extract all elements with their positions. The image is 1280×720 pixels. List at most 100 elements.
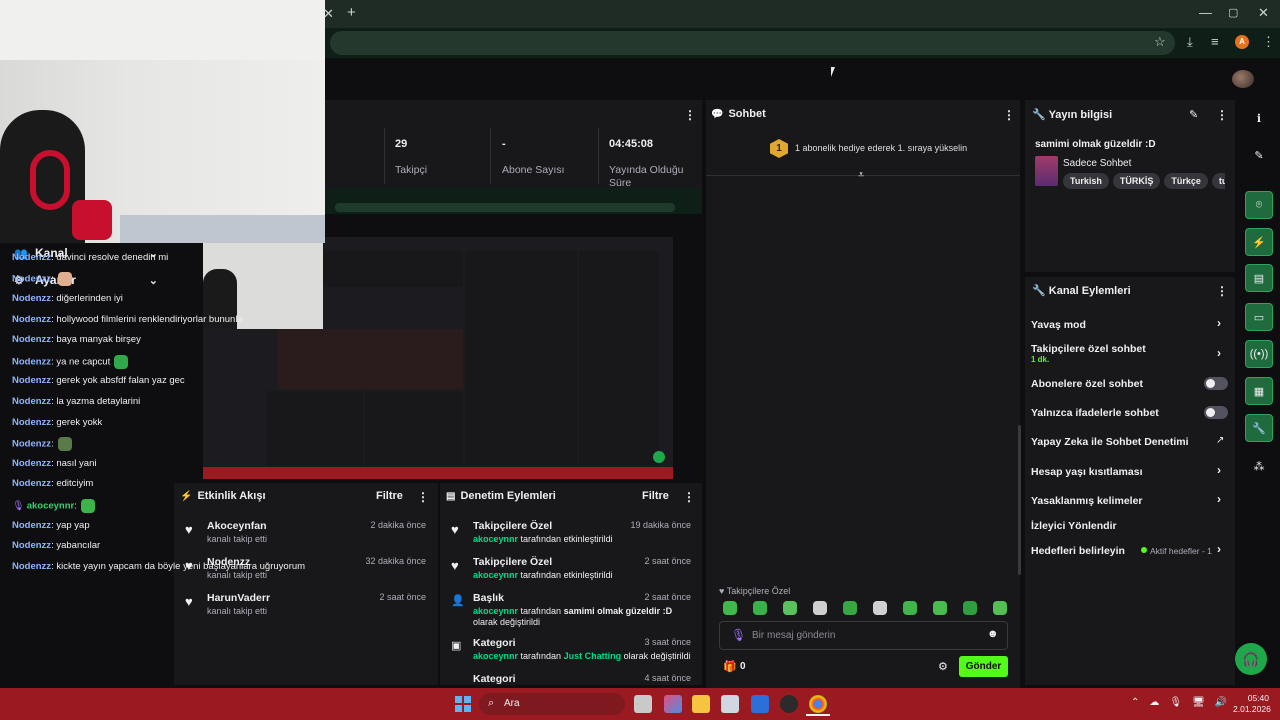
new-tab-button[interactable]: + [347, 5, 356, 20]
broadcast-icon[interactable]: ((•)) [1245, 340, 1273, 368]
browser-menu-icon[interactable]: ⋮ [1262, 35, 1275, 49]
outlook-icon[interactable] [751, 695, 769, 713]
taskbar-search[interactable] [479, 693, 625, 715]
chat-username[interactable]: Nodenzz [12, 252, 51, 263]
chat-username[interactable]: Nodenzz [12, 396, 51, 407]
pinned-toggle-icon[interactable]: ⩡ [858, 169, 864, 182]
activity-filter-button[interactable]: Filtre [376, 490, 403, 502]
tag[interactable]: TÜRKİŞ [1112, 173, 1161, 189]
address-bar[interactable] [330, 31, 1175, 55]
stats-menu-icon[interactable]: ⋮ [684, 108, 696, 122]
external-link-icon[interactable]: ↗ [1216, 435, 1224, 446]
moderation-time: 4 saat önce [644, 673, 691, 683]
tag[interactable]: turkish [1211, 173, 1225, 189]
windows-start-icon[interactable] [455, 696, 471, 712]
subscribers-only-toggle[interactable] [1204, 377, 1228, 390]
activity-user[interactable]: Akoceynfan [207, 520, 267, 532]
pen-icon[interactable]: ✎ [1245, 141, 1273, 169]
chat-username[interactable]: Nodenzz [12, 356, 51, 367]
chat-username[interactable]: Nodenzz [12, 478, 51, 489]
action-banned-words[interactable]: Yasaklanmış kelimeler [1031, 495, 1143, 507]
profile-avatar[interactable]: A [1235, 35, 1249, 49]
chevron-right-icon[interactable]: › [1217, 316, 1221, 330]
file-explorer-icon[interactable] [692, 695, 710, 713]
emote-bar[interactable] [723, 601, 1023, 618]
chat-username[interactable]: Nodenzz [12, 274, 51, 285]
chat-username[interactable]: Nodenzz [12, 540, 51, 551]
action-ai-moderation[interactable]: Yapay Zeka ile Sohbet Denetimi [1031, 436, 1189, 448]
clock[interactable]: 05:40 2.01.2026 [1233, 693, 1271, 714]
chat-scrollbar[interactable] [1018, 425, 1021, 575]
document-icon[interactable]: ▤ [1245, 264, 1273, 292]
user-avatar[interactable] [1232, 70, 1254, 88]
stat-value: 04:45:08 [609, 138, 654, 150]
gift-sub-banner[interactable]: 1 abonelik hediye ederek 1. sıraya yükse… [795, 143, 967, 153]
chat-icon[interactable]: ▭ [1245, 303, 1273, 331]
bolt-icon[interactable]: ⚡ [1245, 228, 1273, 256]
action-account-age[interactable]: Hesap yaşı kısıtlaması [1031, 466, 1143, 478]
moderation-item: 👤 Başlık akoceynnr tarafından samimi olm… [451, 592, 695, 628]
info-icon[interactable]: ℹ [1245, 104, 1273, 132]
add-widget-icon[interactable]: ⁂ [1245, 452, 1273, 480]
wrench-icon[interactable]: 🔧 [1245, 414, 1273, 442]
chat-username[interactable]: Nodenzz [12, 293, 51, 304]
action-host[interactable]: İzleyici Yönlendir [1031, 520, 1117, 532]
bookmark-star-icon[interactable]: ☆ [1154, 35, 1166, 49]
stream-info-menu-icon[interactable]: ⋮ [1216, 108, 1228, 122]
chat-message: Nodenzz: ya ne capcut [12, 354, 129, 369]
close-window-button[interactable]: ✕ [1258, 6, 1269, 20]
action-followers-only[interactable]: Takipçilere özel sohbet [1031, 343, 1146, 355]
support-headset-icon[interactable]: 🎧 [1235, 643, 1267, 675]
chat-settings-icon[interactable]: ⚙ [938, 660, 948, 673]
stream-category[interactable]: Sadece Sohbet [1063, 158, 1131, 169]
tag[interactable]: Türkçe [1164, 173, 1208, 189]
chevron-right-icon[interactable]: › [1217, 346, 1221, 360]
task-view-icon[interactable] [634, 695, 652, 713]
download-icon[interactable]: ⤓ [1187, 35, 1193, 49]
chat-username[interactable]: Nodenzz [12, 439, 51, 450]
chevron-right-icon[interactable]: › [1217, 542, 1221, 556]
bolt-icon: ⚡ [180, 491, 193, 502]
moderation-menu-icon[interactable]: ⋮ [683, 490, 695, 504]
emoji-icon[interactable]: ☻ [987, 628, 999, 640]
moderation-filter-button[interactable]: Filtre [642, 490, 669, 502]
clock-date: 2.01.2026 [1233, 704, 1271, 714]
reading-list-icon[interactable]: ≡ [1211, 35, 1219, 49]
chat-username[interactable]: Nodenzz [12, 334, 51, 345]
maximize-button[interactable]: ▢ [1228, 6, 1238, 20]
chat-username[interactable]: Nodenzz [12, 561, 51, 572]
layout-icon[interactable]: ▦ [1245, 377, 1273, 405]
action-set-goals[interactable]: Hedefleri belirleyin [1031, 545, 1125, 557]
activity-text: kanalı takip etti [207, 606, 268, 616]
chat-username[interactable]: Nodenzz [12, 314, 51, 325]
emote-only-toggle[interactable] [1204, 406, 1228, 419]
activity-menu-icon[interactable]: ⋮ [417, 490, 429, 504]
chrome-icon[interactable] [809, 695, 827, 713]
chat-text: : davinci resolve denedin mi [51, 251, 169, 263]
camera-focus-icon[interactable]: ⌾ [1245, 191, 1273, 219]
chat-username[interactable]: Nodenzz [12, 375, 51, 386]
microphone-icon[interactable]: 🎙 [731, 628, 746, 642]
app-icon[interactable] [780, 695, 798, 713]
tag[interactable]: Turkish [1063, 173, 1109, 189]
send-button[interactable]: Gönder [959, 656, 1008, 677]
channel-actions-title: 🔧 Kanal Eylemleri [1032, 285, 1131, 297]
chat-username[interactable]: Nodenzz [12, 417, 51, 428]
action-slow-mode[interactable]: Yavaş mod [1031, 319, 1086, 331]
edit-icon[interactable]: ✎ [1189, 108, 1198, 121]
chat-username[interactable]: Nodenzz [12, 458, 51, 469]
chat-username[interactable]: akoceynnr [27, 501, 75, 512]
moderation-item-title: Takipçilere Özel [473, 520, 553, 532]
channel-actions-menu-icon[interactable]: ⋮ [1216, 284, 1228, 298]
chat-menu-icon[interactable]: ⋮ [1003, 108, 1015, 122]
system-tray-icons[interactable]: ⌃☁🎙🖥🔊 [1131, 697, 1237, 708]
chevron-right-icon[interactable]: › [1217, 463, 1221, 477]
mouse-cursor-icon [831, 67, 835, 77]
moderation-item-text: akoceynnr tarafından etkinleştirildi [473, 534, 613, 544]
m365-icon[interactable] [664, 695, 682, 713]
activity-user[interactable]: HarunVaderr [207, 592, 270, 604]
chevron-right-icon[interactable]: › [1217, 492, 1221, 506]
store-icon[interactable] [721, 695, 739, 713]
minimize-button[interactable]: — [1199, 6, 1212, 20]
chat-username[interactable]: Nodenzz [12, 520, 51, 531]
